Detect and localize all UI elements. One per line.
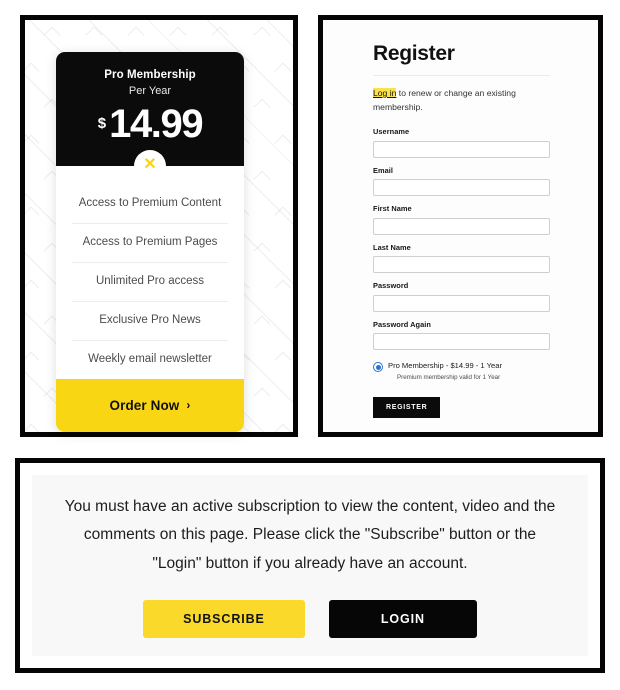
arrow-up-right-icon xyxy=(25,423,40,432)
arrow-up-right-icon xyxy=(43,26,61,44)
login-button[interactable]: LOGIN xyxy=(328,599,477,638)
field-password-again: Password Again xyxy=(373,320,572,351)
field-label: Username xyxy=(373,127,410,137)
password-again-input[interactable] xyxy=(373,333,550,351)
field-label: Email xyxy=(373,165,393,175)
plan-option-row[interactable]: Pro Membership - $14.99 - 1 Year Premium… xyxy=(373,361,572,382)
arrow-up-right-icon xyxy=(25,206,40,224)
email-input[interactable] xyxy=(373,179,550,197)
password-input[interactable] xyxy=(373,294,550,312)
arrow-up-right-icon xyxy=(211,26,229,44)
arrow-up-right-icon xyxy=(253,242,271,260)
field-email: Email xyxy=(373,166,572,197)
arrow-up-right-icon xyxy=(253,26,271,44)
register-submit-button[interactable]: REGISTER xyxy=(373,396,441,418)
plan-option-text: Pro Membership - $14.99 - 1 Year Premium… xyxy=(388,361,502,382)
field-last-name: Last Name xyxy=(373,243,572,274)
currency-symbol: $ xyxy=(97,114,107,132)
field-label: Password Again xyxy=(373,319,431,329)
register-intro-text: Log in to renew or change an existing me… xyxy=(373,86,543,114)
register-form-container: Register Log in to renew or change an ex… xyxy=(323,20,598,432)
plan-option-description: Premium membership valid for 1 Year xyxy=(397,373,501,381)
page-title: Register xyxy=(373,42,455,65)
screenshot-stage: Pro Membership Per Year $ 14.99 ✕ Access… xyxy=(0,0,620,690)
arrow-up-right-icon xyxy=(169,26,187,44)
arrow-up-right-icon xyxy=(274,62,292,80)
close-x-glyph: ✕ xyxy=(143,156,157,174)
field-first-name: First Name xyxy=(373,204,572,235)
field-label: First Name xyxy=(373,204,412,214)
arrow-up-right-icon xyxy=(85,26,103,44)
arrow-up-right-icon xyxy=(25,351,40,369)
subscription-notice-panel: You must have an active subscription to … xyxy=(15,458,605,673)
list-item: Access to Premium Content xyxy=(78,196,222,209)
arrow-up-right-icon xyxy=(253,170,271,188)
price-card-header: Pro Membership Per Year $ 14.99 ✕ xyxy=(56,52,244,182)
price-amount: 14.99 xyxy=(109,101,204,146)
arrow-up-right-icon xyxy=(274,134,292,152)
order-now-button[interactable]: Order Now › xyxy=(56,378,244,432)
title-divider xyxy=(373,75,550,76)
username-input[interactable] xyxy=(373,140,550,158)
list-item: Exclusive Pro News xyxy=(56,300,244,340)
login-link[interactable]: Log in xyxy=(373,88,397,98)
notice-content-box: You must have an active subscription to … xyxy=(32,475,588,656)
arrow-up-right-icon xyxy=(274,423,292,432)
arrow-up-right-icon xyxy=(253,315,271,333)
subscribe-button[interactable]: SUBSCRIBE xyxy=(143,599,305,638)
first-name-input[interactable] xyxy=(373,217,550,235)
pro-membership-price-card: Pro Membership Per Year $ 14.99 ✕ Access… xyxy=(56,52,244,432)
notice-message: You must have an active subscription to … xyxy=(64,498,556,572)
field-label: Password xyxy=(373,281,409,291)
arrow-up-right-icon xyxy=(25,279,40,297)
arrow-up-right-icon xyxy=(253,387,271,405)
price-row: $ 14.99 xyxy=(66,104,234,144)
plan-option-label: Pro Membership - $14.99 - 1 Year xyxy=(388,361,502,371)
arrow-up-right-icon xyxy=(253,98,271,116)
plan-name: Pro Membership xyxy=(104,69,196,81)
arrow-up-right-icon xyxy=(274,351,292,369)
pricing-panel: Pro Membership Per Year $ 14.99 ✕ Access… xyxy=(20,15,298,437)
arrow-up-right-icon xyxy=(25,62,40,80)
list-item: Weekly email newsletter xyxy=(56,339,244,379)
field-username: Username xyxy=(373,127,572,158)
list-item: Access to Premium Pages xyxy=(56,222,244,262)
plan-radio-button[interactable] xyxy=(373,362,383,373)
register-panel: Register Log in to renew or change an ex… xyxy=(318,15,603,437)
order-now-label: Order Now xyxy=(109,397,180,413)
close-x-icon: ✕ xyxy=(134,149,166,182)
field-password: Password xyxy=(373,281,572,312)
list-item: Unlimited Pro access xyxy=(56,261,244,301)
arrow-up-right-icon xyxy=(127,26,145,44)
last-name-input[interactable] xyxy=(373,256,550,274)
plan-period: Per Year xyxy=(128,85,172,98)
arrow-up-right-icon xyxy=(274,206,292,224)
field-label: Last Name xyxy=(373,242,411,252)
chevron-right-icon: › xyxy=(186,398,191,413)
arrow-up-right-icon xyxy=(274,279,292,297)
feature-list: Access to Premium Content Access to Prem… xyxy=(56,165,244,379)
arrow-up-right-icon xyxy=(25,134,40,152)
notice-actions: SUBSCRIBE LOGIN xyxy=(143,599,477,638)
